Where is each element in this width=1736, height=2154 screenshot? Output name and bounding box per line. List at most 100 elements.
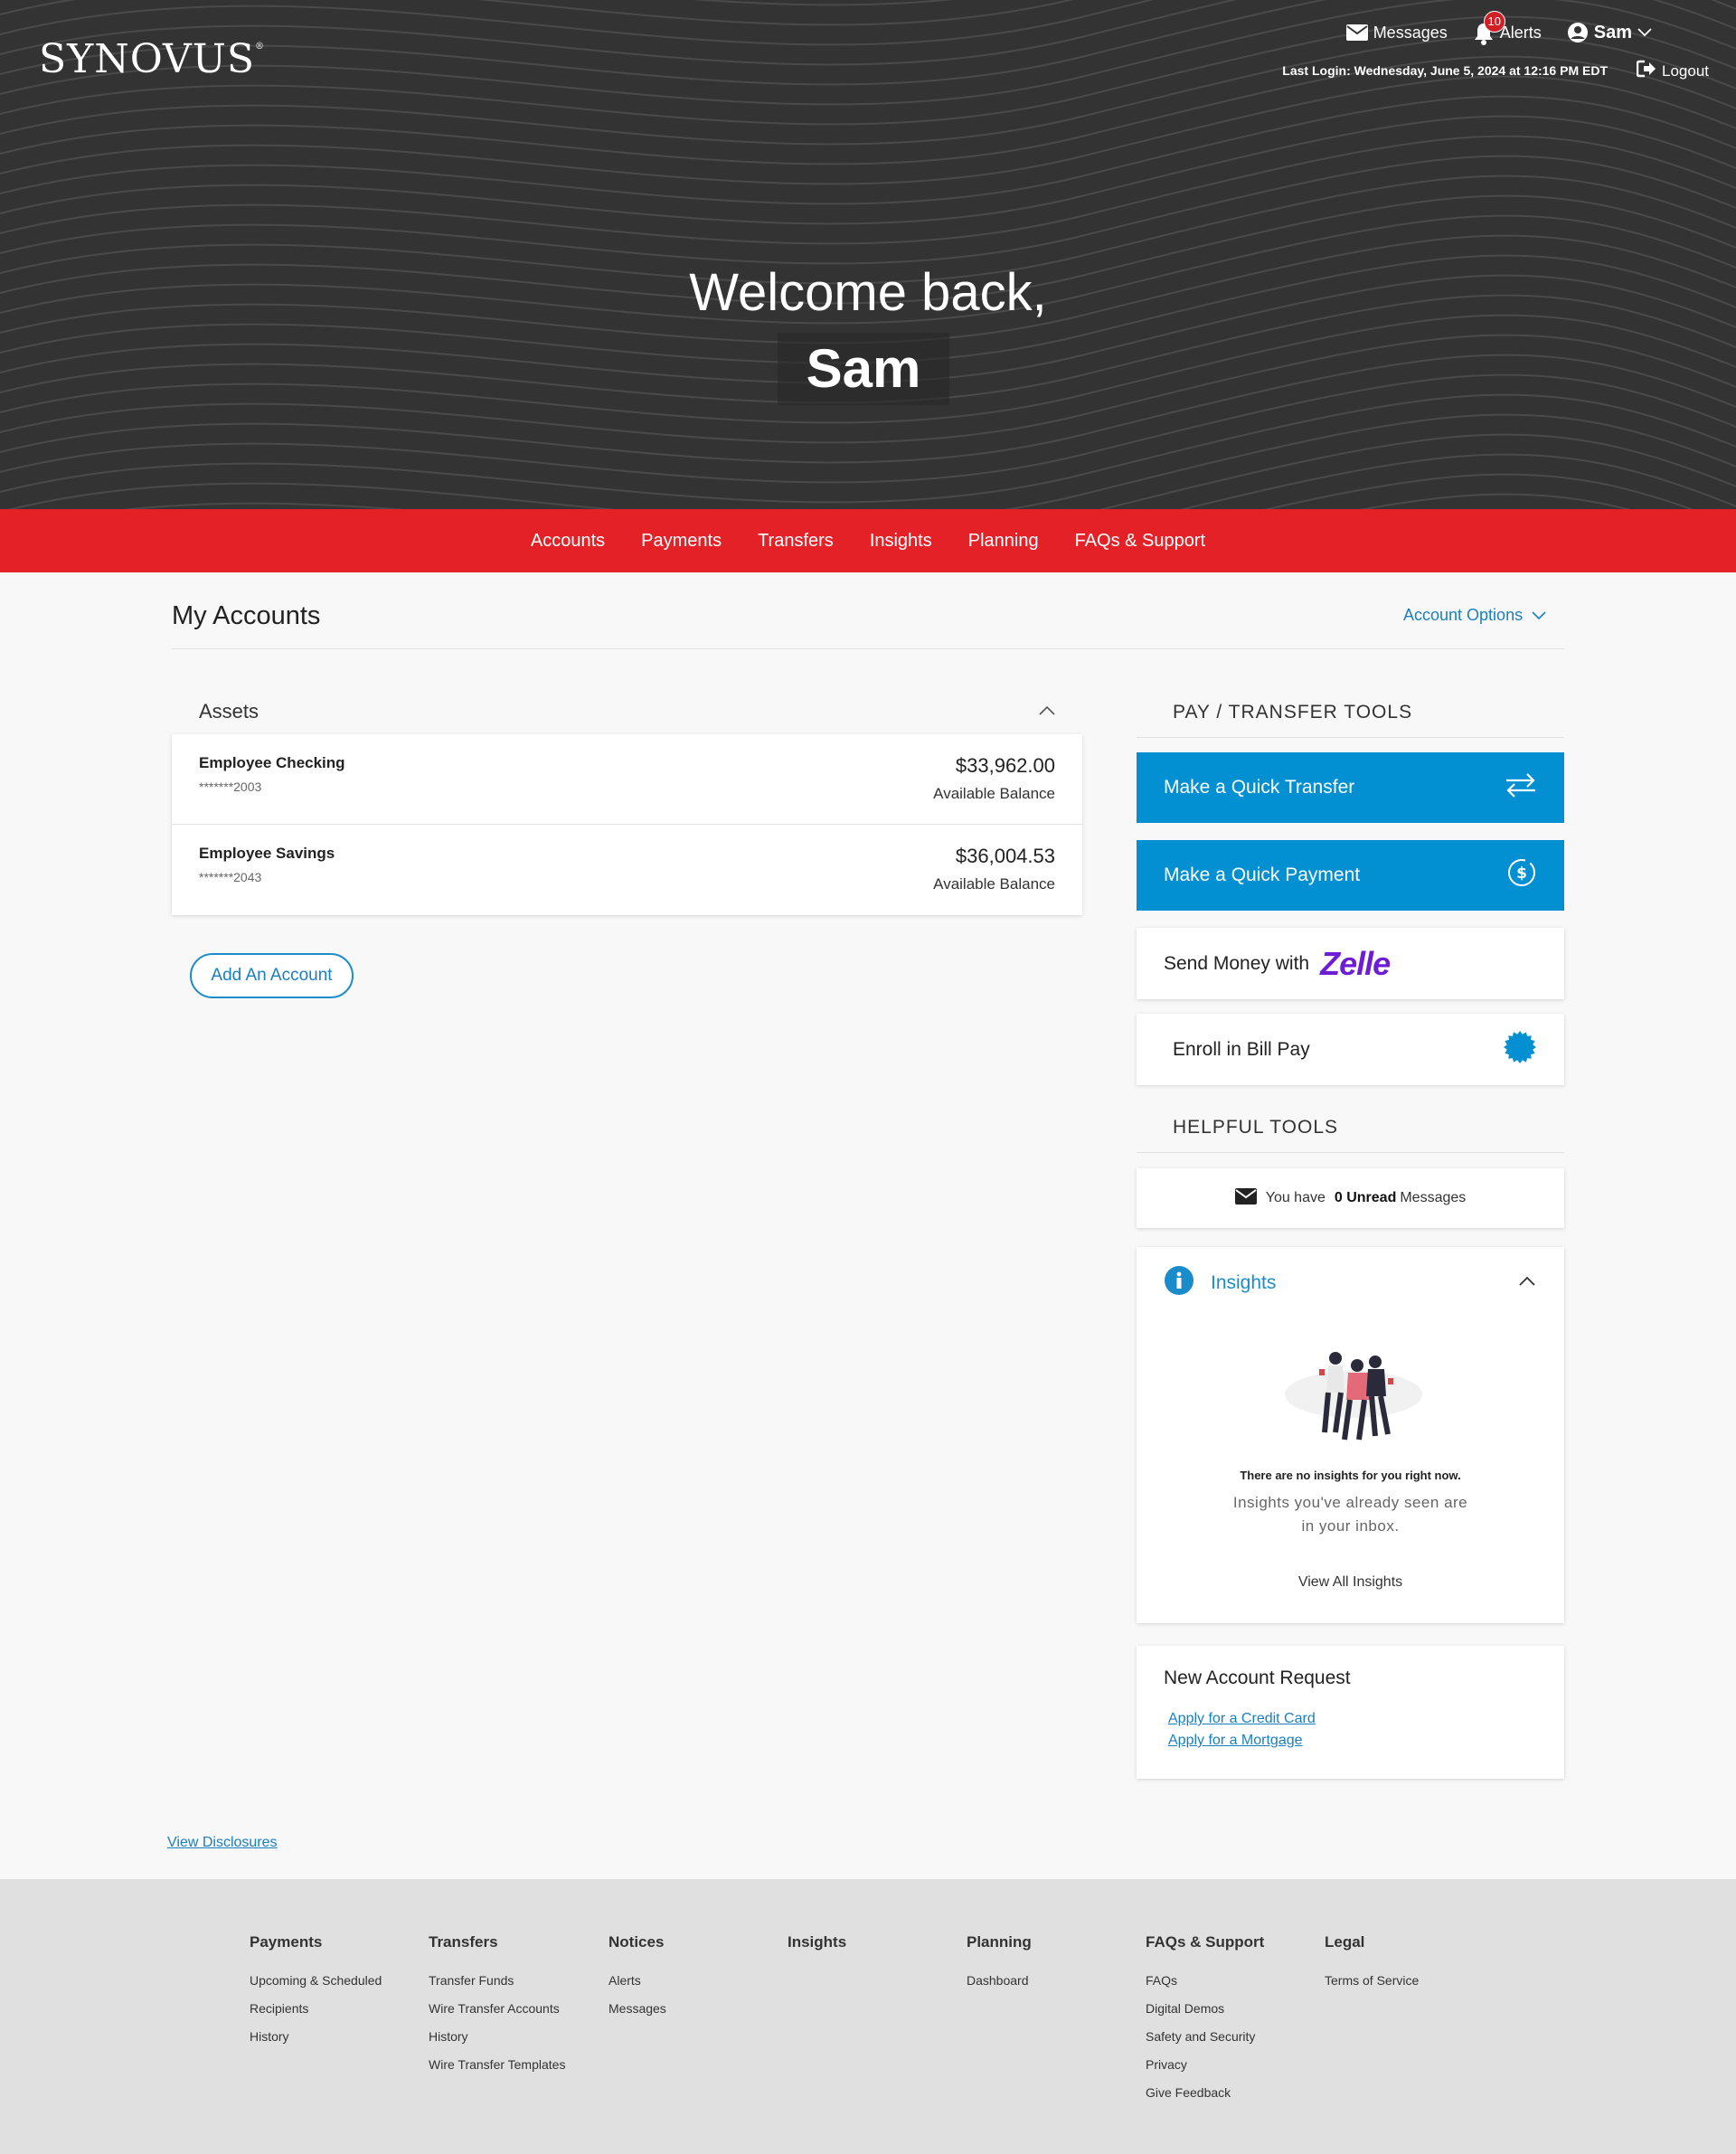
unread-suffix: Messages xyxy=(1400,1190,1467,1205)
info-icon xyxy=(1164,1265,1194,1300)
chevron-up-icon[interactable] xyxy=(1039,704,1055,720)
add-account-button[interactable]: Add An Account xyxy=(190,953,354,998)
messages-link[interactable]: Messages xyxy=(1345,23,1448,43)
dollar-cycle-icon: $ xyxy=(1506,857,1537,893)
balance-amount: $36,004.53 xyxy=(955,845,1055,867)
footer-heading: FAQs & Support xyxy=(1146,1933,1265,1951)
unread-count: 0 Unread xyxy=(1334,1190,1397,1205)
enroll-bill-pay-button[interactable]: Enroll in Bill Pay xyxy=(1137,1014,1564,1085)
insights-header[interactable]: Insights xyxy=(1164,1265,1276,1300)
account-number: *******2043 xyxy=(199,870,262,884)
synovus-logo[interactable]: SYNOVUS® xyxy=(39,36,265,82)
footer-heading: Notices xyxy=(609,1933,665,1951)
footer-heading: Payments xyxy=(250,1933,323,1951)
balance-label: Available Balance xyxy=(933,875,1055,893)
footer-column-payments: Payments Upcoming & Scheduled Recipients… xyxy=(250,1933,382,2057)
footer-heading: Transfers xyxy=(429,1933,498,1951)
assets-group-header[interactable]: Assets xyxy=(172,689,1082,734)
view-disclosures-link[interactable]: View Disclosures xyxy=(167,1835,278,1851)
pay-transfer-tools-heading: PAY / TRANSFER TOOLS xyxy=(1137,687,1564,738)
balance-label: Available Balance xyxy=(933,785,1055,802)
view-all-insights-link[interactable]: View All Insights xyxy=(1137,1574,1564,1591)
page-title: My Accounts xyxy=(172,601,321,630)
footer-link[interactable]: Privacy xyxy=(1146,2057,1264,2072)
no-insights-text: There are no insights for you right now. xyxy=(1240,1469,1461,1482)
quick-payment-button[interactable]: Make a Quick Payment $ xyxy=(1137,840,1564,911)
assets-title: Assets xyxy=(199,700,259,723)
footer-link[interactable]: FAQs xyxy=(1146,1973,1264,1988)
footer-column-insights: Insights xyxy=(788,1933,846,1973)
nav-payments[interactable]: Payments xyxy=(641,531,722,552)
user-menu[interactable]: Sam xyxy=(1567,22,1652,43)
alerts-link[interactable]: 10 Alerts xyxy=(1473,11,1542,45)
account-balance: $36,004.53 Available Balance xyxy=(933,845,1055,893)
nav-accounts[interactable]: Accounts xyxy=(531,531,605,552)
unread-prefix: You have xyxy=(1265,1190,1326,1205)
footer-link[interactable]: Transfer Funds xyxy=(429,1973,565,1988)
account-name: Employee Checking xyxy=(199,754,345,771)
divider xyxy=(172,648,1564,649)
messages-label: Messages xyxy=(1373,23,1448,42)
nav-transfers[interactable]: Transfers xyxy=(758,531,834,552)
footer-link[interactable]: Wire Transfer Templates xyxy=(429,2057,565,2072)
footer-link[interactable]: History xyxy=(429,2029,565,2044)
new-account-request-card: New Account Request Apply for a Credit C… xyxy=(1137,1646,1564,1779)
top-utility-bar: Messages 10 Alerts Sam xyxy=(1345,11,1652,45)
footer-link[interactable]: Dashboard xyxy=(967,1973,1032,1988)
welcome-name: Sam xyxy=(778,333,949,405)
footer-link[interactable]: Digital Demos xyxy=(1146,2001,1264,2016)
quick-transfer-button[interactable]: Make a Quick Transfer xyxy=(1137,752,1564,823)
seen-insights-text: Insights you've already seen are in your… xyxy=(1232,1494,1468,1535)
chevron-down-icon xyxy=(1532,606,1546,625)
insights-card: Insights There are no insights for you r… xyxy=(1137,1247,1564,1623)
balance-amount: $33,962.00 xyxy=(955,754,1055,777)
account-options-dropdown[interactable]: Account Options xyxy=(1403,606,1546,625)
account-row-savings[interactable]: Employee Savings *******2043 $36,004.53 … xyxy=(172,825,1082,915)
accounts-list: Employee Checking *******2003 $33,962.00… xyxy=(172,734,1082,915)
last-login-text: Last Login: Wednesday, June 5, 2024 at 1… xyxy=(1282,63,1608,78)
footer-column-notices: Notices Alerts Messages xyxy=(609,1933,666,2029)
footer-link[interactable]: Upcoming & Scheduled xyxy=(250,1973,382,1988)
alerts-label: Alerts xyxy=(1499,23,1542,42)
account-name: Employee Savings xyxy=(199,845,335,862)
chevron-down-icon xyxy=(1637,28,1652,37)
nav-insights[interactable]: Insights xyxy=(870,531,932,552)
footer: Payments Upcoming & Scheduled Recipients… xyxy=(0,1879,1736,2154)
footer-link[interactable]: Terms of Service xyxy=(1325,1973,1419,1988)
nav-faqs-support[interactable]: FAQs & Support xyxy=(1075,531,1206,552)
account-number: *******2003 xyxy=(199,779,262,794)
quick-transfer-label: Make a Quick Transfer xyxy=(1164,777,1355,798)
send-money-label-group: Send Money with Zelle xyxy=(1164,944,1391,983)
footer-heading: Legal xyxy=(1325,1933,1365,1951)
apply-credit-card-link[interactable]: Apply for a Credit Card xyxy=(1168,1711,1537,1727)
account-row-checking[interactable]: Employee Checking *******2003 $33,962.00… xyxy=(172,734,1082,825)
send-money-zelle-button[interactable]: Send Money with Zelle xyxy=(1137,928,1564,999)
footer-link[interactable]: Alerts xyxy=(609,1973,666,1988)
bill-pay-label: Enroll in Bill Pay xyxy=(1173,1038,1310,1060)
chevron-up-icon[interactable] xyxy=(1519,1274,1535,1290)
badge-seal-icon xyxy=(1503,1030,1537,1070)
apply-mortgage-link[interactable]: Apply for a Mortgage xyxy=(1168,1733,1537,1749)
footer-column-legal: Legal Terms of Service xyxy=(1325,1933,1419,2001)
footer-heading[interactable]: Insights xyxy=(788,1933,846,1951)
envelope-icon xyxy=(1345,24,1368,41)
zelle-logo: Zelle xyxy=(1320,944,1391,982)
footer-link[interactable]: History xyxy=(250,2029,382,2044)
user-name: Sam xyxy=(1593,22,1632,43)
nav-planning[interactable]: Planning xyxy=(968,531,1039,552)
footer-link[interactable]: Wire Transfer Accounts xyxy=(429,2001,565,2016)
insights-title: Insights xyxy=(1211,1271,1277,1293)
logout-icon xyxy=(1636,60,1656,82)
bell-icon: 10 xyxy=(1473,11,1505,45)
footer-link[interactable]: Give Feedback xyxy=(1146,2085,1264,2100)
send-money-label: Send Money with xyxy=(1164,952,1310,974)
quick-payment-label: Make a Quick Payment xyxy=(1164,864,1361,885)
footer-column-faqs-support: FAQs & Support FAQs Digital Demos Safety… xyxy=(1146,1933,1264,2113)
account-options-label: Account Options xyxy=(1403,606,1524,624)
footer-link[interactable]: Safety and Security xyxy=(1146,2029,1264,2044)
logout-button[interactable]: Logout xyxy=(1636,60,1709,82)
footer-link[interactable]: Messages xyxy=(609,2001,666,2016)
logout-label: Logout xyxy=(1662,61,1709,80)
footer-link[interactable]: Recipients xyxy=(250,2001,382,2016)
unread-messages-card[interactable]: You have 0 Unread Messages xyxy=(1137,1168,1564,1228)
